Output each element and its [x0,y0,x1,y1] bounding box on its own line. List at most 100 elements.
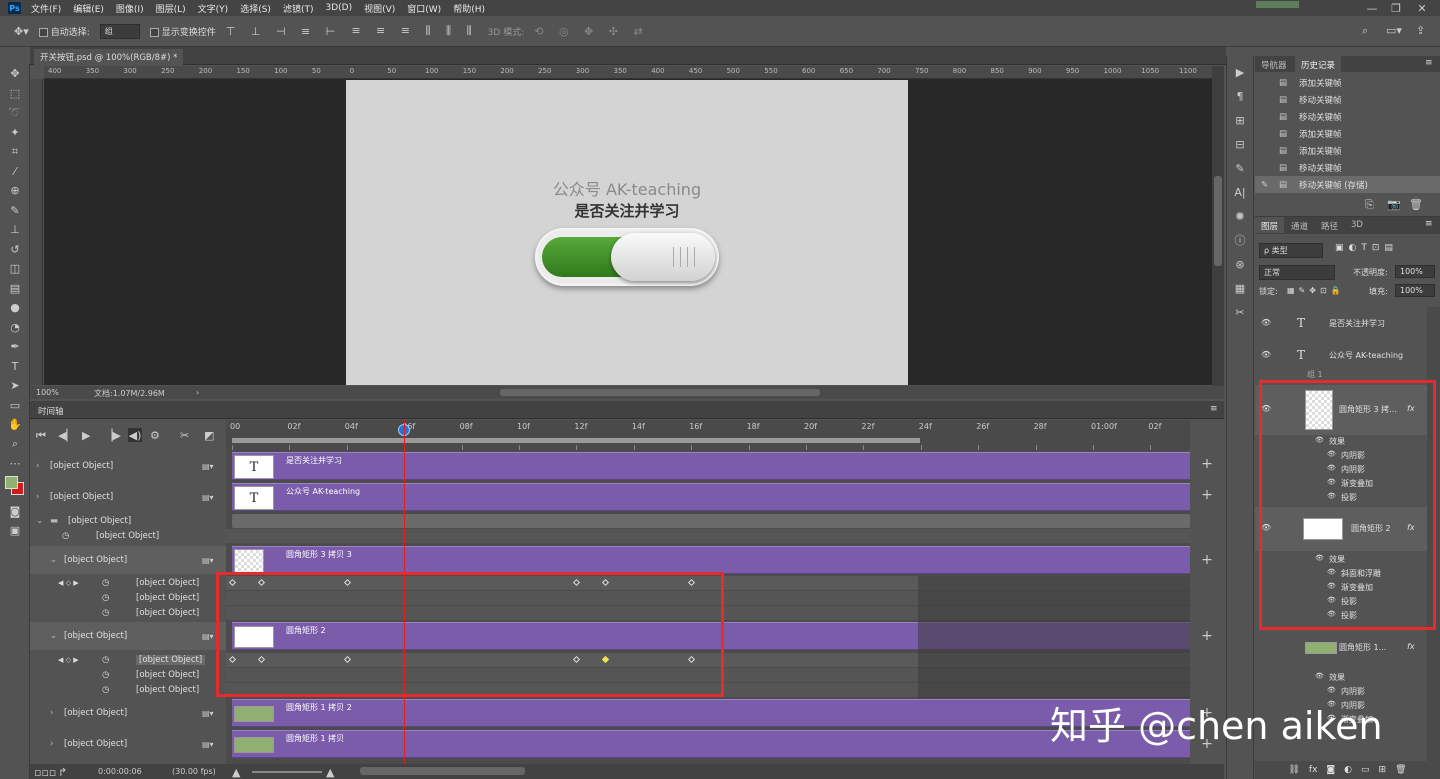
layer-row[interactable]: 👁 圆角矩形 2 fx [1255,507,1427,551]
dodge-tool-icon[interactable]: ◔ [0,318,30,338]
grid-icon[interactable]: ▦ [1227,276,1253,300]
effect-eye-icon[interactable]: 👁 [1327,450,1336,458]
history-item[interactable]: ▤ 添加关键帧 [1255,74,1440,91]
minimize-icon[interactable]: — [1362,0,1382,16]
work-area-bar[interactable] [232,438,920,443]
info-icon[interactable]: ⓘ [1227,228,1253,252]
new-doc-from-state-icon[interactable]: ⎘ [1365,198,1374,212]
crop-tool-icon[interactable]: ⌗ [0,142,30,162]
effect-eye-icon[interactable]: 👁 [1327,596,1336,604]
restore-icon[interactable]: ❐ [1386,0,1406,16]
eyedropper-icon[interactable]: ⁄ [0,162,30,182]
layer-options-icon[interactable]: ▤▾ [202,556,214,565]
stamp-tool-icon[interactable]: ⊥ [0,220,30,240]
timeline-layer-row[interactable]: ◷ [object Object] [30,529,226,543]
layer-filter-dropdown[interactable]: ρ 类型 [1259,243,1323,258]
tab-navigator[interactable]: 导航器 [1255,56,1293,72]
add-media-icon[interactable]: + [1190,552,1224,568]
layer-row[interactable]: 👁 圆角矩形 3 拷... fx [1255,385,1427,435]
menu-file[interactable]: 文件(F) [31,2,61,15]
layer-options-icon[interactable]: ▤▾ [202,632,214,641]
prev-frame-icon[interactable]: ◀▏ [58,429,75,442]
fx-icon[interactable]: fx [1407,523,1415,532]
layer-row[interactable]: 👁 T 是否关注并学习 [1255,309,1427,339]
screen-mode-icon[interactable]: ▣ [0,521,30,541]
timeline-layer-row[interactable]: › [object Object] ▤▾ [30,452,226,480]
lasso-tool-icon[interactable]: ➰ [0,103,30,123]
play-icon[interactable]: ▶ [82,429,90,442]
filter-icons[interactable]: ▣◐T⊡▤ [1335,243,1398,253]
history-item[interactable]: ▤ 移动关键帧 [1255,91,1440,108]
add-media-icon[interactable]: + [1190,628,1224,644]
layer-row[interactable]: 组 1 [1255,370,1427,381]
expand-arrow-icon[interactable]: › [36,492,39,502]
layer-row[interactable]: 👁 内阴影 [1255,463,1427,477]
timeline-layer-row[interactable]: ⌄ [object Object] ▤▾ [30,622,226,650]
fx-icon[interactable]: fx [1407,404,1415,413]
visibility-eye-icon[interactable]: 👁 [1261,350,1273,359]
adjust-icon[interactable]: ⊞ [1227,108,1253,132]
timeline-layer-row[interactable]: ◷ [object Object] [30,668,226,682]
light-icon[interactable]: ✺ [1227,204,1253,228]
menu-type[interactable]: 文字(Y) [198,2,229,15]
show-transform-checkbox[interactable]: 显示变换控件 [149,25,216,38]
distribute-icons[interactable]: ≡ ≡ ≡ ⫼ ⫼ ⫼ [351,24,477,38]
clip-rounded-rect-1-copy-2[interactable]: 圆角矩形 1 拷贝 2 [232,699,1190,727]
effect-eye-icon[interactable]: 👁 [1327,686,1336,694]
stopwatch-icon[interactable]: ◷ [102,608,109,618]
fx-icon[interactable]: fx [1309,765,1318,775]
opacity-field[interactable]: 100% [1395,265,1435,278]
effect-eye-icon[interactable]: 👁 [1327,464,1336,472]
layer-row[interactable]: 👁 效果 [1255,671,1427,685]
visibility-eye-icon[interactable]: 👁 [1261,318,1273,327]
timeline-layer-row[interactable]: › [object Object] ▤▾ [30,699,226,727]
settings-icon[interactable]: ⚙ [150,429,160,442]
group-icon[interactable]: ▭ [1361,765,1370,775]
panel-menu-icon[interactable]: ≡ [1210,404,1218,414]
move-tool-icon[interactable]: ✥▾ [14,25,29,38]
audio-icon[interactable]: ◀) [128,428,142,442]
first-frame-icon[interactable]: ⏮ [36,429,46,443]
menu-image[interactable]: 图像(I) [116,2,144,15]
history-brush-icon[interactable]: ✎ [1261,180,1268,190]
layers-scrollbar[interactable] [1427,307,1440,777]
eraser-tool-icon[interactable]: ◫ [0,259,30,279]
trash-icon[interactable]: 🗑 [1395,765,1406,775]
timeline-layer-row[interactable]: ◷ [object Object] [30,606,226,620]
close-icon[interactable]: ✕ [1412,0,1432,16]
visibility-eye-icon[interactable]: 👁 [1261,523,1273,532]
workspace-icon[interactable]: ▭▾ [1386,24,1402,37]
stopwatch-icon[interactable]: ◷ [102,578,109,588]
next-frame-icon[interactable]: ▕▶ [104,429,121,442]
effect-eye-icon[interactable]: 👁 [1327,610,1336,618]
layer-row[interactable]: 👁 投影 [1255,491,1427,505]
foreground-color-swatch[interactable] [5,475,18,489]
document-canvas[interactable]: 公众号 AK-teaching 是否关注并学习 [346,80,908,385]
expand-arrow-icon[interactable]: › [36,461,39,471]
stopwatch-icon[interactable]: ◷ [102,670,109,680]
pen-tool-icon[interactable]: ✒ [0,337,30,357]
menu-select[interactable]: 选择(S) [240,2,271,15]
fill-field[interactable]: 100% [1395,284,1435,297]
history-item[interactable]: ▤ 添加关键帧 [1255,125,1440,142]
effect-eye-icon[interactable]: 👁 [1327,478,1336,486]
render-icon[interactable]: ↱ [58,766,67,779]
zoom-level[interactable]: 100% [36,388,59,397]
search-icon[interactable]: ⌕ [1362,24,1368,38]
expand-arrow-icon[interactable]: › [50,708,53,718]
convert-frame-icon[interactable]: ▫▫▫ [34,766,56,779]
layer-row[interactable]: 👁 投影 [1255,609,1427,623]
menu-view[interactable]: 视图(V) [364,2,395,15]
play-action-icon[interactable]: ▶ [1227,60,1253,84]
expand-arrow-icon[interactable]: ⌄ [50,555,57,565]
scissors-icon[interactable]: ✂ [180,429,189,442]
timeline-layer-row[interactable]: › [object Object] ▤▾ [30,483,226,511]
tab-3d[interactable]: 3D [1345,217,1369,233]
menu-layer[interactable]: 图层(L) [156,2,186,15]
history-item[interactable]: ▤ ✎ 移动关键帧 (存储) [1255,176,1440,193]
hand-tool-icon[interactable]: ✋ [0,415,30,435]
lock-icons[interactable]: ▦✎✥⊡🔒 [1287,286,1345,295]
history-item[interactable]: ▤ 移动关键帧 [1255,159,1440,176]
menu-edit[interactable]: 编辑(E) [73,2,104,15]
menu-3d[interactable]: 3D(D) [325,3,352,13]
